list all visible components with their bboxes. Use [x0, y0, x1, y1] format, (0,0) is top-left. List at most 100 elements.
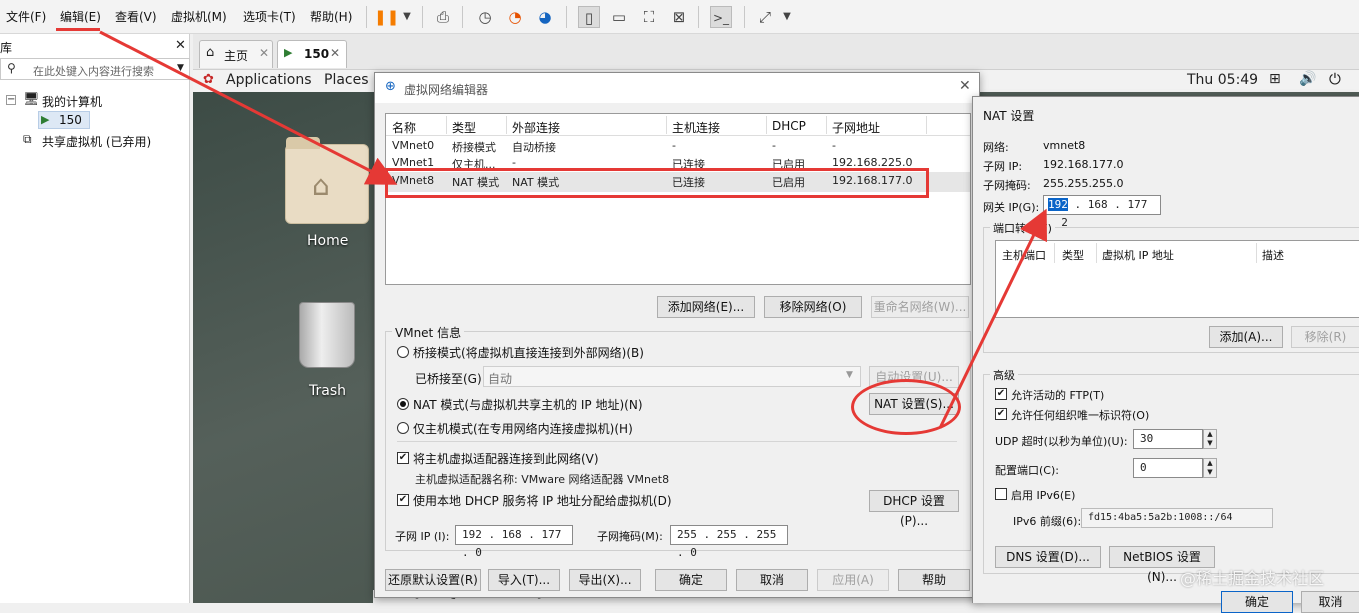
menu-help[interactable]: 帮助(H) [310, 8, 352, 25]
places-menu[interactable]: Places [324, 72, 369, 88]
host-only-radio[interactable] [397, 422, 409, 434]
stretch-icon[interactable]: ⤢ [754, 6, 776, 28]
nat-ok-button[interactable]: 确定 [1221, 591, 1293, 613]
fullscreen-icon[interactable]: ⛶ [638, 6, 660, 28]
unity-icon[interactable]: ⊠ [668, 6, 690, 28]
allow-ftp-checkbox[interactable]: ✔ [995, 388, 1007, 400]
nat-mode-label[interactable]: NAT 模式(与虚拟机共享主机的 IP 地址)(N) [413, 396, 643, 413]
snapshot-manager-icon[interactable]: ◕ [534, 6, 556, 28]
dns-settings-button[interactable]: DNS 设置(D)... [995, 546, 1101, 568]
close-icon[interactable]: ✕ [330, 46, 340, 60]
udp-timeout-spinner[interactable]: ▲ ▼ [1203, 429, 1217, 449]
menu-view[interactable]: 查看(V) [115, 8, 157, 25]
send-keys-icon[interactable]: ⎙ [432, 6, 454, 28]
col-host[interactable]: 主机连接 [672, 119, 720, 136]
apply-button[interactable]: 应用(A) [817, 569, 889, 591]
tree-vm-selected[interactable]: ▶ 150 [38, 111, 90, 129]
applications-menu[interactable]: Applications [226, 72, 312, 88]
bridge-mode-label[interactable]: 桥接模式(将虚拟机直接连接到外部网络)(B) [413, 344, 644, 361]
col-external[interactable]: 外部连接 [512, 119, 560, 136]
remove-network-button[interactable]: 移除网络(O) [764, 296, 862, 318]
menu-vm[interactable]: 虚拟机(M) [171, 8, 227, 25]
allow-ftp-label[interactable]: 允许活动的 FTP(T) [1011, 387, 1104, 403]
gateway-ip-input[interactable]: 192 . 168 . 177 . 2 [1043, 195, 1161, 229]
menu-tabs[interactable]: 选项卡(T) [243, 8, 296, 25]
remove-port-button[interactable]: 移除(R) [1291, 326, 1359, 348]
library-search[interactable]: ⚲ 在此处键入内容进行搜索 ▼ [0, 58, 190, 80]
trash-icon[interactable] [299, 302, 355, 368]
host-only-label[interactable]: 仅主机模式(在专用网络内连接虚拟机)(H) [413, 420, 633, 437]
search-input[interactable]: 在此处键入内容进行搜索 [33, 63, 154, 79]
advanced-title: 高级 [990, 367, 1018, 383]
toolbar-separator [698, 6, 699, 28]
config-port-spinner[interactable]: ▲ ▼ [1203, 458, 1217, 478]
clock[interactable]: Thu 05:49 [1187, 72, 1258, 88]
menu-file[interactable]: 文件(F) [6, 8, 46, 25]
thumbnail-bar-icon[interactable]: ▭ [608, 6, 630, 28]
col-description[interactable]: 描述 [1262, 247, 1284, 263]
network-icon[interactable]: ⊞ [1269, 71, 1281, 87]
adapter-name: 主机虚拟适配器名称: VMware 网络适配器 VMnet8 [415, 473, 670, 486]
vm-running-icon: ▶ [41, 113, 50, 126]
close-icon[interactable]: ✕ [175, 38, 186, 53]
import-button[interactable]: 导入(T)... [488, 569, 560, 591]
udp-timeout-input[interactable]: 30 [1133, 429, 1203, 449]
enable-ipv6-checkbox[interactable] [995, 488, 1007, 500]
rename-network-button[interactable]: 重命名网络(W)... [871, 296, 969, 318]
cancel-button[interactable]: 取消 [736, 569, 808, 591]
collapse-icon[interactable]: − [6, 95, 16, 105]
add-port-button[interactable]: 添加(A)... [1209, 326, 1283, 348]
col-type[interactable]: 类型 [452, 119, 476, 136]
console-icon[interactable]: >_ [710, 6, 732, 28]
revert-snapshot-icon[interactable]: ◔ [504, 6, 526, 28]
enable-ipv6-label[interactable]: 启用 IPv6(E) [1011, 487, 1075, 503]
add-network-button[interactable]: 添加网络(E)... [657, 296, 755, 318]
bridge-radio[interactable] [397, 346, 409, 358]
ipv6-prefix-input[interactable]: fd15:4ba5:5a2b:1008::/64 [1081, 508, 1273, 528]
use-dhcp-label[interactable]: 使用本地 DHCP 服务将 IP 地址分配给虚拟机(D) [413, 492, 672, 509]
sidebar-toggle-icon[interactable]: ▯ [578, 6, 600, 28]
snapshot-icon[interactable]: ◷ [474, 6, 496, 28]
tree-shared-vms[interactable]: 共享虚拟机 (已弃用) [42, 133, 151, 150]
ok-button[interactable]: 确定 [655, 569, 727, 591]
col-subnet[interactable]: 子网地址 [832, 119, 880, 136]
toolbar-separator [366, 6, 367, 28]
subnet-ip-input[interactable]: 192 . 168 . 177 . 0 [455, 525, 573, 559]
connect-adapter-label[interactable]: 将主机虚拟适配器连接到此网络(V) [413, 450, 599, 467]
table-row[interactable]: VMnet0 桥接模式 自动桥接 - - - [386, 139, 970, 155]
subnet-mask-value: 255.255.255.0 [1043, 177, 1124, 190]
col-vm-ip[interactable]: 虚拟机 IP 地址 [1102, 247, 1174, 263]
close-icon[interactable]: ✕ [959, 78, 971, 94]
pause-icon[interactable]: ❚❚ [374, 6, 399, 28]
tab-home[interactable]: ⌂ 主页 ✕ [199, 40, 273, 68]
subnet-mask-input[interactable]: 255 . 255 . 255 . 0 [670, 525, 788, 559]
home-folder-icon[interactable]: ⌂ [285, 137, 369, 224]
allow-oui-checkbox[interactable]: ✔ [995, 408, 1007, 420]
volume-icon[interactable]: 🔊 [1299, 71, 1316, 87]
export-button[interactable]: 导出(X)... [569, 569, 641, 591]
col-type[interactable]: 类型 [1062, 247, 1084, 263]
tab-vm-label: 150 [304, 47, 330, 61]
col-dhcp[interactable]: DHCP [772, 119, 806, 133]
library-panel: 库 ✕ ⚲ 在此处键入内容进行搜索 ▼ − 🖥 我的计算机 ▶ 150 ⧉ 共享… [0, 34, 190, 603]
tree-my-computer[interactable]: 我的计算机 [42, 93, 102, 110]
col-name[interactable]: 名称 [392, 119, 416, 136]
tab-vm[interactable]: ▶ 150 ✕ [277, 40, 347, 68]
bridged-to-select[interactable]: 自动 ▼ [483, 366, 861, 387]
chevron-down-icon[interactable]: ▼ [177, 63, 184, 73]
close-icon[interactable]: ✕ [259, 46, 269, 60]
dhcp-settings-button[interactable]: DHCP 设置(P)... [869, 490, 959, 528]
help-button[interactable]: 帮助 [898, 569, 970, 591]
chevron-down-icon[interactable]: ▼ [776, 6, 798, 28]
col-host-port[interactable]: 主机端口 [1002, 247, 1046, 263]
chevron-down-icon[interactable]: ▼ [396, 6, 418, 28]
nat-radio[interactable] [397, 398, 409, 410]
allow-oui-label[interactable]: 允许任何组织唯一标识符(O) [1011, 407, 1149, 423]
use-dhcp-checkbox[interactable]: ✔ [397, 494, 409, 506]
power-icon[interactable]: ⏻ [1329, 70, 1341, 88]
menu-edit[interactable]: 编辑(E) [60, 8, 101, 25]
connect-adapter-checkbox[interactable]: ✔ [397, 452, 409, 464]
nat-cancel-button[interactable]: 取消 [1301, 591, 1359, 613]
config-port-input[interactable]: 0 [1133, 458, 1203, 478]
restore-defaults-button[interactable]: 还原默认设置(R) [385, 569, 481, 591]
